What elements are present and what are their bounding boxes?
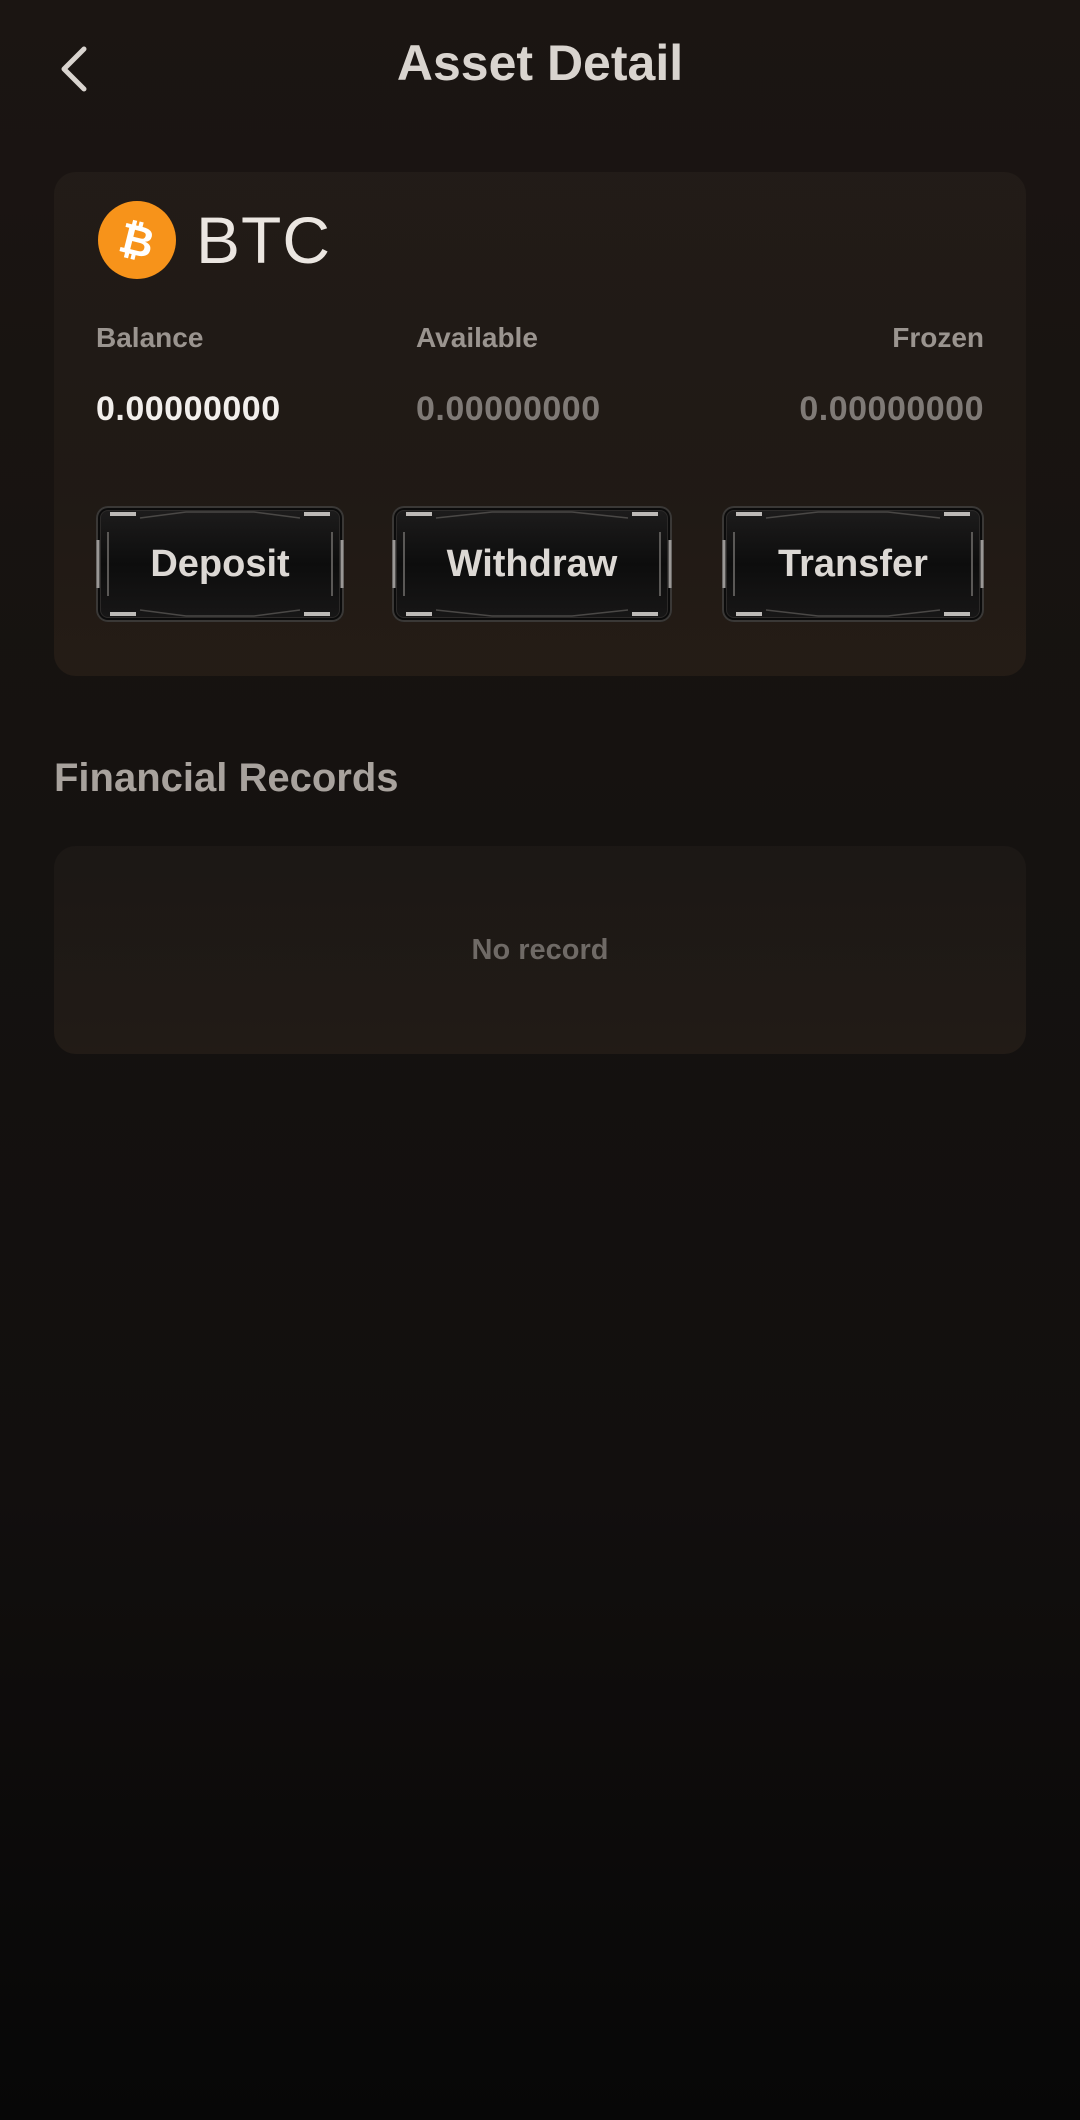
transfer-label: Transfer (778, 542, 928, 585)
withdraw-button[interactable]: Withdraw (392, 506, 672, 622)
available-value: 0.00000000 (416, 390, 601, 428)
bitcoin-icon: ₿ (98, 201, 176, 279)
available-label: Available (416, 322, 538, 353)
stat-frozen: Frozen 0.00000000 (799, 322, 984, 429)
deposit-button[interactable]: Deposit (96, 506, 344, 622)
balance-label: Balance (96, 322, 204, 353)
withdraw-label: Withdraw (446, 542, 618, 585)
page-title: Asset Detail (396, 35, 684, 91)
balance-value: 0.00000000 (96, 390, 281, 428)
deposit-label: Deposit (150, 542, 290, 585)
empty-state-text: No record (471, 933, 609, 966)
financial-records-list: No record (54, 846, 1026, 1054)
stat-balance: Balance 0.00000000 (96, 322, 281, 429)
financial-records-title: Financial Records (54, 756, 399, 800)
coin-header: ₿ BTC (98, 190, 331, 290)
coin-symbol: BTC (196, 203, 331, 277)
action-buttons: Deposit Withdraw Transfer (96, 506, 984, 622)
frozen-value: 0.00000000 (799, 390, 984, 428)
asset-card: ₿ BTC Balance 0.00000000 Available 0.000… (54, 172, 1026, 676)
svg-text:₿: ₿ (115, 215, 159, 265)
balance-stats: Balance 0.00000000 Available 0.00000000 … (96, 322, 984, 442)
transfer-button[interactable]: Transfer (722, 506, 984, 622)
frozen-label: Frozen (892, 322, 984, 353)
top-bar: Asset Detail (0, 0, 1080, 132)
stat-available: Available 0.00000000 (416, 322, 601, 429)
